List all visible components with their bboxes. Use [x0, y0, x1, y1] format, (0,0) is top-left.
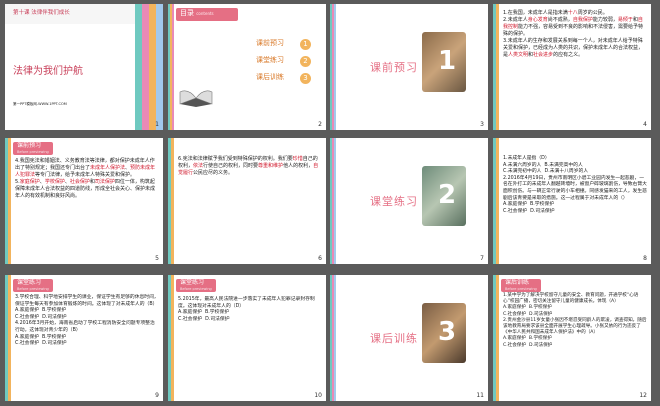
answer-text: 1.在我国，未成年人是指未满十八周岁的公民。 2.未成年人身心发育尚不成熟，自我…: [503, 10, 644, 58]
color-stripes: [168, 138, 174, 264]
slide-title: 法律为我们护航: [13, 66, 83, 77]
toc-item-3[interactable]: 课后训练: [256, 73, 284, 82]
slide-header: 课堂练习 Before previewing: [176, 279, 216, 292]
slide-number: 1: [155, 121, 159, 128]
toc-num-3: 3: [300, 73, 311, 84]
section-title: 课堂练习: [370, 195, 418, 208]
book-icon: [178, 86, 214, 108]
slide-text: 5.2015年，最高人民法院进一步落实了未成年人犯罪记录封存制度。这体现对未成年…: [178, 297, 315, 322]
slide-7[interactable]: 课堂练习 2 7: [330, 138, 488, 264]
slide-2[interactable]: 目录 contents 课前预习 课堂练习 课后训练 1 2 3 2: [168, 4, 326, 130]
color-stripes: [135, 4, 163, 130]
toc-item-2[interactable]: 课堂练习: [256, 56, 284, 65]
slide-number: 8: [643, 255, 647, 262]
slide-4[interactable]: 1.在我国，未成年人是指未满十八周岁的公民。 2.未成年人身心发育尚不成熟，自我…: [493, 4, 651, 130]
slide-text: 4.我国宪法和婚姻法、义务教育法等法律，都对保护未成年人作出了特别规定；我国还专…: [15, 158, 156, 199]
toc-item-1[interactable]: 课前预习: [256, 39, 284, 48]
slide-10[interactable]: 课堂练习 Before previewing 5.2015年，最高人民法院进一步落…: [168, 275, 326, 401]
slide-6[interactable]: 6.宪法和法律赋予我们受到特殊保护的权利。我们要珍惜自己的权利，依法行使自己的权…: [168, 138, 326, 264]
contents-header: 目录 contents: [176, 8, 238, 21]
site-text: 第一PPT模板网-WWW.1PPT.COM: [13, 102, 67, 106]
toc-num-2: 2: [300, 56, 311, 67]
slide-1[interactable]: 第十课 法律伴我们成长 法律为我们护航 第一PPT模板网-WWW.1PPT.CO…: [5, 4, 163, 130]
slide-number: 9: [155, 392, 159, 399]
slide-header: 课前预习 Before previewing: [13, 142, 53, 155]
slide-number: 5: [155, 255, 159, 262]
slide-text: 1.未成年人是指（D） A.未满六周岁的人 B.未满完高中的人 C.未满完初中的…: [503, 156, 647, 214]
slide-number: 11: [476, 392, 484, 399]
color-stripes: [493, 138, 499, 264]
contents-en: contents: [196, 11, 214, 16]
slide-number: 6: [318, 255, 322, 262]
slide-header: 课后训练 Before previewing: [501, 279, 541, 292]
color-stripes: [493, 4, 499, 130]
slide-number: 2: [318, 121, 322, 128]
color-stripes: [330, 138, 336, 264]
slide-number: 4: [643, 121, 647, 128]
slide-text: 1.某中学为了解决学校留守儿童的安全、教育问题，开通学校“心语心”校园广播，密切…: [503, 293, 647, 348]
section-title: 课后训练: [370, 332, 418, 345]
course-name: 第十课 法律伴我们成长: [13, 10, 70, 16]
color-stripes: [330, 4, 336, 130]
color-stripes: [5, 138, 11, 264]
slide-number: 7: [480, 255, 484, 262]
slide-3[interactable]: 课前预习 1 3: [330, 4, 488, 130]
color-stripes: [330, 275, 336, 401]
section-number: 3: [438, 317, 457, 347]
contents-title: 目录: [180, 9, 194, 17]
toc-num-1: 1: [300, 39, 311, 50]
color-stripes: [5, 275, 11, 401]
slide-header: 课堂练习 Before previewing: [13, 279, 53, 292]
slide-number: 12: [639, 392, 647, 399]
color-stripes: [168, 4, 174, 130]
slide-8[interactable]: 1.未成年人是指（D） A.未满六周岁的人 B.未满完高中的人 C.未满完初中的…: [493, 138, 651, 264]
slide-text: 3.学校合理、科学地安排学生的课业，保证学生有足够的休息时间，保证学生每天有参加…: [15, 295, 159, 347]
slide-12[interactable]: 课后训练 Before previewing 1.某中学为了解决学校留守儿童的安全…: [493, 275, 651, 401]
color-stripes: [168, 275, 174, 401]
slide-number: 10: [314, 392, 322, 399]
slide-text: 6.宪法和法律赋予我们受到特殊保护的权利。我们要珍惜自己的权利，依法行使自己的权…: [178, 156, 319, 176]
color-stripes: [493, 275, 499, 401]
section-number: 2: [438, 180, 457, 210]
slide-11[interactable]: 课后训练 3 11: [330, 275, 488, 401]
slide-5[interactable]: 课前预习 Before previewing 4.我国宪法和婚姻法、义务教育法等法…: [5, 138, 163, 264]
slide-grid: 第十课 法律伴我们成长 法律为我们护航 第一PPT模板网-WWW.1PPT.CO…: [0, 0, 660, 406]
section-title: 课前预习: [370, 61, 418, 74]
slide-number: 3: [480, 121, 484, 128]
slide-9[interactable]: 课堂练习 Before previewing 3.学校合理、科学地安排学生的课业，…: [5, 275, 163, 401]
section-number: 1: [438, 46, 457, 76]
